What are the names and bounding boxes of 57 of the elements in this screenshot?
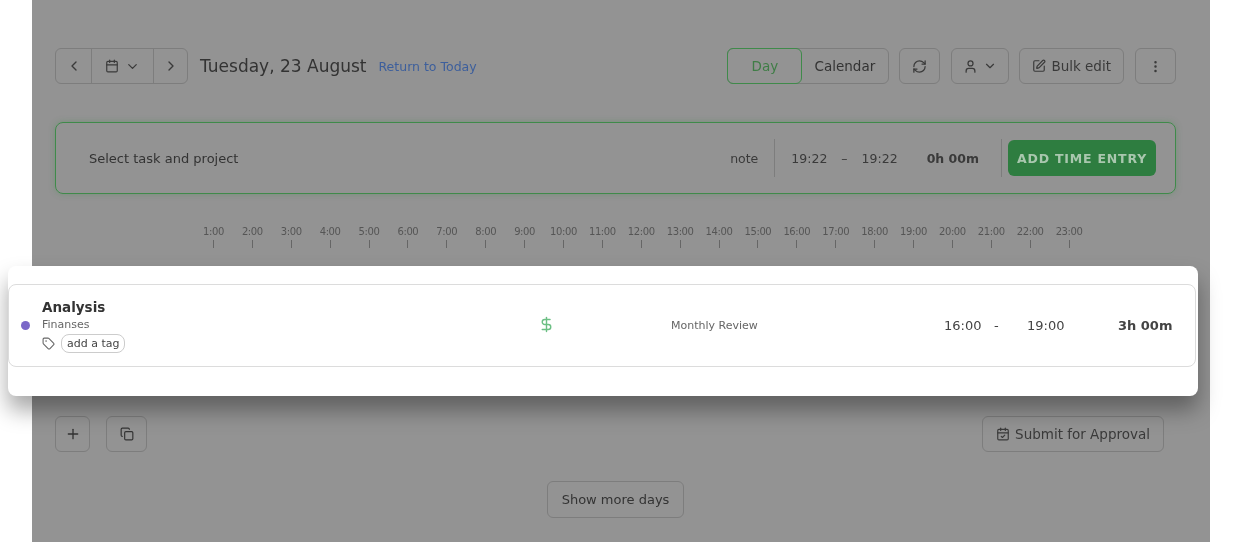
project-name: Finanses <box>42 317 91 331</box>
note-field[interactable]: note <box>730 150 759 166</box>
user-menu-button[interactable] <box>951 48 1010 84</box>
hour-label: 3:00 <box>280 226 302 237</box>
entry-description: Monthly Review <box>671 319 759 332</box>
hour-label: 7:00 <box>436 226 458 237</box>
add-time-entry-button[interactable]: ADD TIME ENTRY <box>1008 140 1156 176</box>
hour-label: 8:00 <box>475 226 497 237</box>
hour-label: 6:00 <box>397 226 419 237</box>
hour-label: 1:00 <box>203 226 224 237</box>
hour-label: 17:00 <box>822 226 850 237</box>
start-time[interactable]: 19:22 <box>791 150 828 166</box>
duration: 0h 00m <box>926 150 979 166</box>
calendar-check-icon <box>996 427 1011 441</box>
end-time[interactable]: 19:22 <box>861 150 898 166</box>
return-to-today-link[interactable]: Return to Today <box>378 58 477 74</box>
hour-label: 22:00 <box>1016 226 1044 237</box>
hour-label: 16:00 <box>783 226 811 237</box>
user-icon <box>963 58 979 74</box>
hour-label: 2:00 <box>241 226 263 237</box>
hour-label: 9:00 <box>514 226 535 237</box>
edit-icon <box>1032 59 1047 73</box>
add-tag-button[interactable]: add a tag <box>61 333 126 353</box>
hour-label: 20:00 <box>938 226 966 237</box>
current-date: Tuesday, 23 August <box>200 56 367 76</box>
calendar-icon <box>105 59 119 73</box>
hour-label: 19:00 <box>900 226 927 237</box>
copy-icon <box>119 427 134 441</box>
hour-label: 18:00 <box>861 226 888 237</box>
bulk-edit-button[interactable]: Bulk edit <box>1019 48 1124 84</box>
hour-label: 13:00 <box>666 226 694 237</box>
tag-icon <box>42 336 55 350</box>
entry-duration: 3h 00m <box>1118 318 1173 333</box>
hour-label: 23:00 <box>1055 226 1083 237</box>
time-separator: - <box>994 318 1000 333</box>
more-options-button[interactable] <box>1135 48 1176 84</box>
entry-end-time[interactable]: 19:00 <box>1027 318 1118 333</box>
hour-label: 5:00 <box>358 226 380 237</box>
duplicate-button[interactable] <box>106 416 147 452</box>
hour-label: 12:00 <box>627 226 655 237</box>
hour-label: 14:00 <box>705 226 733 237</box>
submit-for-approval-button[interactable]: Submit for Approval <box>982 416 1164 452</box>
hour-label: 21:00 <box>977 226 1005 237</box>
task-project-field[interactable]: Select task and project <box>87 149 731 167</box>
hour-label: 4:00 <box>319 226 341 237</box>
entry-start-time[interactable]: 16:00 <box>944 318 994 333</box>
refresh-button[interactable] <box>899 48 941 84</box>
add-entry-button[interactable] <box>55 416 90 452</box>
show-more-days-button[interactable]: Show more days <box>546 481 685 518</box>
hour-label: 15:00 <box>744 226 772 237</box>
view-tab[interactable]: Calendar <box>800 48 890 84</box>
time-entry-row[interactable]: Analysis Finanses add a tag Monthly Review 16:00 - 19:00 3h 00m <box>8 284 1196 367</box>
time-separator: – <box>841 150 848 166</box>
refresh-icon <box>912 58 928 74</box>
task-name: Analysis <box>42 298 107 315</box>
hour-label: 10:00 <box>550 226 577 237</box>
hour-label: 11:00 <box>588 226 616 237</box>
